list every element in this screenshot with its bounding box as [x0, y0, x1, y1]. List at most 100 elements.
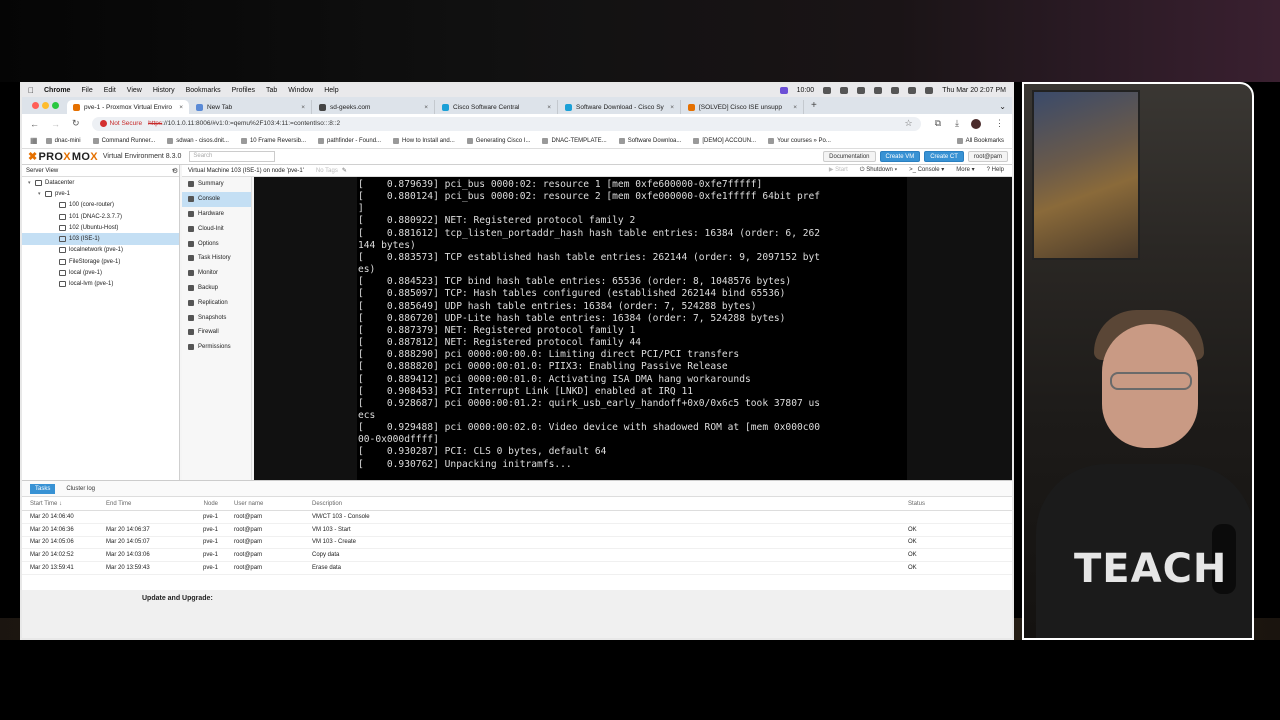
bookmark-item[interactable]: Command Runner... [92, 137, 155, 144]
vm-menu-item[interactable]: Monitor [182, 266, 251, 281]
vm-menu-item[interactable]: Hardware [182, 207, 251, 222]
menu-item-edit[interactable]: Edit [104, 87, 116, 94]
tree-node[interactable]: localnetwork (pve-1) [22, 245, 179, 256]
header-button-2[interactable]: Create CT [924, 151, 964, 162]
task-tab[interactable]: Cluster log [61, 484, 100, 494]
vm-menu-item[interactable]: Backup [182, 281, 251, 296]
header-button-3[interactable]: root@pam [967, 151, 1008, 162]
bluetooth-icon[interactable] [874, 87, 883, 94]
bookmark-item[interactable]: sdwan - cisos.dnit... [167, 137, 229, 144]
bookmark-item[interactable]: pathfinder - Found... [318, 137, 381, 144]
vm-menu-item[interactable]: Permissions [182, 340, 251, 355]
vm-menu-item[interactable]: Options [182, 236, 251, 251]
browser-tab[interactable]: sd-geeks.com × [313, 100, 435, 114]
column-header[interactable]: Node [174, 501, 226, 507]
search-icon[interactable] [908, 87, 917, 94]
menu-item-view[interactable]: View [127, 87, 142, 94]
vm-action-button[interactable]: >_ Console ▾ [905, 166, 948, 175]
tree-node[interactable]: 102 (Ubuntu-Host) [22, 222, 179, 233]
close-tab-icon[interactable]: × [179, 104, 183, 111]
tree-node[interactable]: local (pve-1) [22, 267, 179, 278]
proxmox-logo[interactable]: ✖ PRO X MO X [28, 150, 99, 164]
vm-console[interactable]: [ 0.879639] pci_bus 0000:02: resource 1 … [254, 177, 1012, 480]
all-bookmarks-button[interactable]: All Bookmarks [956, 137, 1004, 144]
forward-button[interactable]: → [51, 119, 60, 129]
tree-node[interactable]: ▾ pve-1 [22, 188, 179, 199]
security-chip[interactable]: Not Secure [99, 120, 142, 127]
column-header[interactable]: Start Time ↓ [22, 501, 98, 507]
browser-tab[interactable]: New Tab × [190, 100, 312, 114]
back-button[interactable]: ← [30, 119, 39, 129]
vm-menu-item[interactable]: Firewall [182, 325, 251, 340]
pve-search-input[interactable]: Search [189, 151, 276, 162]
close-window-button[interactable] [32, 102, 39, 109]
menu-item-profiles[interactable]: Profiles [232, 87, 255, 94]
menu-item-history[interactable]: History [153, 87, 175, 94]
expand-icon[interactable]: ▾ [28, 180, 33, 186]
table-row[interactable]: Mar 20 14:05:06 Mar 20 14:05:07 pve-1 root@… [22, 537, 1012, 550]
browser-tab[interactable]: [SOLVED] Cisco ISE unsupp × [682, 100, 804, 114]
bookmark-item[interactable]: Generating Cisco I... [466, 137, 530, 144]
menu-app-name[interactable]: Chrome [44, 87, 70, 94]
close-tab-icon[interactable]: × [547, 104, 551, 111]
wifi-icon[interactable] [840, 87, 849, 94]
menu-item-window[interactable]: Window [288, 87, 313, 94]
bookmark-item[interactable]: 10 Frame Reversib... [240, 137, 306, 144]
browser-tab[interactable]: Cisco Software Central × [436, 100, 558, 114]
tree-node[interactable]: FileStorage (pve-1) [22, 256, 179, 267]
apple-icon[interactable]:  [28, 86, 34, 95]
browser-tab[interactable]: Software Download - Cisco Sy × [559, 100, 681, 114]
vm-menu-item[interactable]: Snapshots [182, 310, 251, 325]
apps-grid-icon[interactable]: ▦ [30, 136, 38, 145]
menu-item-help[interactable]: Help [324, 87, 338, 94]
vm-action-button[interactable]: ⏻ Shutdown ▾ [856, 166, 901, 175]
task-tab[interactable]: Tasks [30, 483, 56, 494]
expand-icon[interactable]: ▾ [38, 191, 43, 197]
table-row[interactable]: Mar 20 14:06:36 Mar 20 14:06:37 pve-1 root@… [22, 524, 1012, 537]
bookmark-item[interactable]: How to Install and... [393, 137, 455, 144]
minimize-window-button[interactable] [42, 102, 49, 109]
column-header[interactable]: User name [226, 501, 304, 507]
bookmark-item[interactable]: Your courses » Po... [768, 137, 831, 144]
volume-icon[interactable] [857, 87, 866, 94]
close-tab-icon[interactable]: × [670, 104, 674, 111]
bookmark-star-icon[interactable]: ☆ [905, 118, 913, 129]
column-header[interactable]: Description [304, 501, 900, 507]
chrome-menu-icon[interactable]: ⋮ [995, 118, 1004, 129]
extensions-icon[interactable]: ⧉ [935, 118, 941, 129]
menu-item-tab[interactable]: Tab [266, 87, 277, 94]
header-button-0[interactable]: Documentation [823, 151, 876, 162]
vm-menu-item[interactable]: Cloud-Init [182, 221, 251, 236]
table-row[interactable]: Mar 20 14:02:52 Mar 20 14:03:06 pve-1 root@… [22, 549, 1012, 563]
tree-node[interactable]: 101 (DNAC-2.3.7.7) [22, 211, 179, 222]
bookmark-item[interactable]: dnac-mini [45, 137, 81, 144]
screen-record-icon[interactable] [779, 87, 788, 94]
vm-action-button[interactable]: More ▾ [952, 166, 978, 175]
close-tab-icon[interactable]: × [301, 104, 305, 111]
tree-node[interactable]: local-lvm (pve-1) [22, 279, 179, 290]
tree-node[interactable]: 103 (ISE-1) [22, 233, 179, 245]
gear-icon[interactable]: ⚙ [172, 167, 178, 175]
bookmark-item[interactable]: DNAC-TEMPLATE... [542, 137, 607, 144]
control-icon[interactable] [823, 87, 832, 94]
bookmark-item[interactable]: [DEMO] ACCOUN... [693, 137, 756, 144]
vm-menu-item[interactable]: Console [182, 191, 251, 207]
view-selector[interactable]: Server View ▾ [22, 165, 179, 177]
header-button-1[interactable]: Create VM [879, 151, 921, 162]
close-tab-icon[interactable]: × [793, 104, 797, 111]
menu-item-file[interactable]: File [81, 87, 92, 94]
browser-tab[interactable]: pve-1 - Proxmox Virtual Enviro × [67, 100, 189, 114]
table-row[interactable]: Mar 20 14:06:40 pve-1 root@pam VM/CT 103 - … [22, 511, 1012, 524]
console-screen[interactable]: [ 0.879639] pci_bus 0000:02: resource 1 … [357, 177, 907, 480]
vm-menu-item[interactable]: Task History [182, 251, 251, 266]
tree-node[interactable]: ▾ Datacenter [22, 177, 179, 188]
profile-avatar[interactable] [971, 118, 981, 129]
battery-icon[interactable] [891, 87, 900, 94]
table-row[interactable]: Mar 20 13:59:41 Mar 20 13:59:43 pve-1 root@… [22, 562, 1012, 575]
menu-datetime[interactable]: Thu Mar 20 2:07 PM [942, 87, 1006, 94]
vm-menu-item[interactable]: Summary [182, 177, 251, 192]
address-bar[interactable]: Not Secure https ://10.1.0.11:8006/#v1:0… [91, 116, 921, 131]
tree-node[interactable]: 100 (core-router) [22, 200, 179, 211]
reload-button[interactable]: ↻ [72, 118, 80, 129]
tab-search-icon[interactable]: ⌄ [999, 102, 1006, 111]
